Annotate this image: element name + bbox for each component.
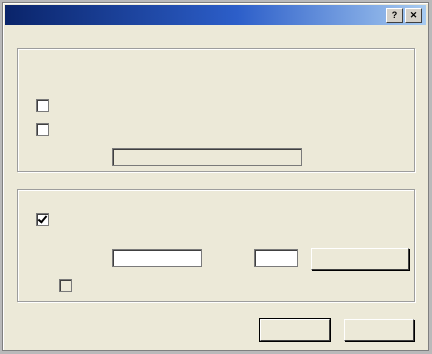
cancel-button[interactable] xyxy=(344,319,414,341)
checkmark-icon xyxy=(37,213,48,224)
ok-button[interactable] xyxy=(259,318,331,342)
automatic-configuration-group xyxy=(17,48,415,172)
proxy-settings-dialog: ? ✕ xyxy=(2,2,429,351)
use-proxy-checkbox[interactable] xyxy=(36,213,49,226)
title-bar[interactable]: ? ✕ xyxy=(5,5,426,25)
bypass-local-checkbox[interactable] xyxy=(59,279,72,292)
proxy-port-input[interactable] xyxy=(254,249,298,267)
script-address-input[interactable] xyxy=(112,148,302,166)
proxy-server-group xyxy=(17,189,415,302)
close-button[interactable]: ✕ xyxy=(405,8,422,23)
detect-settings-checkbox[interactable] xyxy=(36,99,49,112)
configuration-script-checkbox[interactable] xyxy=(36,123,49,136)
proxy-address-input[interactable] xyxy=(112,249,202,267)
advanced-button[interactable] xyxy=(311,248,409,270)
help-button[interactable]: ? xyxy=(386,8,403,23)
